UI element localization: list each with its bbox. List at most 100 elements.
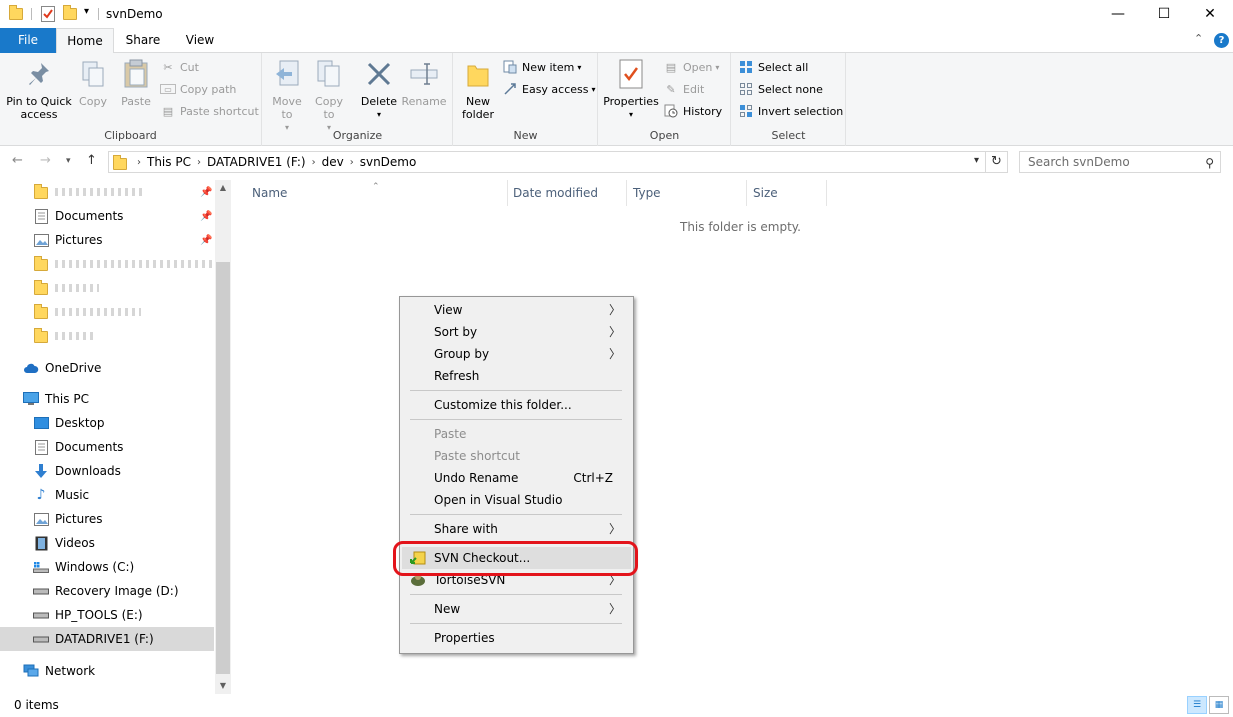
column-header-type[interactable]: Type bbox=[627, 180, 747, 206]
tab-home[interactable]: Home bbox=[56, 28, 114, 54]
minimize-button[interactable]: — bbox=[1095, 0, 1141, 28]
close-button[interactable]: ✕ bbox=[1187, 0, 1233, 28]
nav-network[interactable]: Network bbox=[0, 659, 214, 683]
scroll-up-arrow-icon[interactable]: ▲ bbox=[215, 180, 231, 196]
breadcrumb-dev[interactable]: dev bbox=[322, 155, 344, 169]
back-arrow-icon[interactable]: ← bbox=[12, 153, 23, 168]
paste-shortcut-button[interactable]: ▤ Paste shortcut bbox=[160, 101, 259, 121]
scroll-down-arrow-icon[interactable]: ▼ bbox=[215, 678, 231, 694]
tab-share[interactable]: Share bbox=[117, 28, 169, 53]
large-icons-view-icon[interactable]: ▦ bbox=[1209, 696, 1229, 714]
delete-button[interactable]: Delete ▾ bbox=[359, 57, 399, 121]
pin-to-quick-access-button[interactable]: Pin to Quick access bbox=[4, 57, 74, 121]
copy-button[interactable]: Copy bbox=[76, 57, 110, 108]
quick-access-item[interactable] bbox=[0, 324, 214, 348]
column-header-date[interactable]: Date modified bbox=[508, 180, 627, 206]
search-input[interactable]: Search svnDemo ⚲ bbox=[1019, 151, 1221, 173]
select-none-button[interactable]: Select none bbox=[738, 79, 823, 99]
nav-recovery-d[interactable]: Recovery Image (D:) bbox=[0, 579, 214, 603]
select-all-button[interactable]: Select all bbox=[738, 57, 808, 77]
paste-button[interactable]: Paste bbox=[118, 57, 154, 108]
nav-pictures[interactable]: Pictures bbox=[0, 507, 214, 531]
new-folder-button[interactable]: New folder bbox=[458, 57, 498, 121]
breadcrumb-this-pc[interactable]: This PC bbox=[147, 155, 191, 169]
nav-windows-c[interactable]: Windows (C:) bbox=[0, 555, 214, 579]
column-header-name[interactable]: Name ⌃ bbox=[232, 180, 508, 206]
menu-item-properties[interactable]: Properties bbox=[402, 627, 631, 649]
quick-access-item[interactable] bbox=[0, 276, 214, 300]
forward-arrow-icon[interactable]: → bbox=[40, 153, 51, 168]
refresh-icon[interactable]: ↻ bbox=[986, 151, 1008, 173]
annotation-highlight-ring bbox=[393, 541, 638, 576]
easy-access-button[interactable]: Easy access ▾ bbox=[502, 79, 596, 99]
nav-hp-tools-e[interactable]: HP_TOOLS (E:) bbox=[0, 603, 214, 627]
menu-separator bbox=[410, 390, 622, 391]
select-all-icon bbox=[738, 59, 754, 75]
details-view-icon[interactable]: ☰ bbox=[1187, 696, 1207, 714]
menu-item-group-by[interactable]: Group by 〉 bbox=[402, 343, 631, 365]
copy-to-button[interactable]: Copy to ▾ bbox=[311, 57, 347, 134]
menu-item-paste[interactable]: Paste bbox=[402, 423, 631, 445]
quick-access-pictures[interactable]: Pictures 📌 bbox=[0, 228, 214, 252]
nav-downloads[interactable]: Downloads bbox=[0, 459, 214, 483]
menu-label: Group by bbox=[434, 347, 490, 361]
scrollbar-thumb[interactable] bbox=[216, 262, 230, 674]
nav-music[interactable]: ♪ Music bbox=[0, 483, 214, 507]
quick-access-item[interactable] bbox=[0, 252, 214, 276]
customize-quick-access-chevron-icon[interactable]: ▾ bbox=[84, 6, 98, 22]
nav-this-pc[interactable]: This PC bbox=[0, 387, 214, 411]
open-button[interactable]: ▤ Open ▾ bbox=[663, 57, 720, 77]
menu-item-refresh[interactable]: Refresh bbox=[402, 365, 631, 387]
quick-access-item[interactable] bbox=[0, 300, 214, 324]
menu-item-open-visual-studio[interactable]: Open in Visual Studio bbox=[402, 489, 631, 511]
menu-item-new[interactable]: New 〉 bbox=[402, 598, 631, 620]
folder-icon bbox=[113, 154, 127, 170]
menu-label: Paste bbox=[434, 427, 467, 441]
properties-checkmark-icon bbox=[615, 57, 647, 91]
tab-file[interactable]: File bbox=[0, 28, 56, 53]
quick-access-documents[interactable]: Documents 📌 bbox=[0, 204, 214, 228]
column-header-size[interactable]: Size bbox=[747, 180, 827, 206]
quick-access-item[interactable]: 📌 bbox=[0, 180, 214, 204]
rename-icon bbox=[408, 57, 440, 91]
address-dropdown-chevron-icon[interactable]: ▾ bbox=[974, 155, 979, 166]
history-button[interactable]: History bbox=[663, 101, 722, 121]
redacted-label bbox=[55, 308, 141, 316]
new-item-button[interactable]: New item ▾ bbox=[502, 57, 581, 77]
menu-item-share-with[interactable]: Share with 〉 bbox=[402, 518, 631, 540]
invert-selection-button[interactable]: Invert selection bbox=[738, 101, 843, 121]
move-to-button[interactable]: Move to ▾ bbox=[269, 57, 305, 134]
nav-videos[interactable]: Videos bbox=[0, 531, 214, 555]
copy-path-button[interactable]: ▭ Copy path bbox=[160, 79, 236, 99]
menu-item-customize[interactable]: Customize this folder... bbox=[402, 394, 631, 416]
properties-button[interactable]: Properties ▾ bbox=[603, 57, 659, 121]
nav-onedrive[interactable]: OneDrive bbox=[0, 356, 214, 380]
new-folder-icon bbox=[462, 57, 494, 91]
breadcrumb-svndemo[interactable]: svnDemo bbox=[360, 155, 417, 169]
new-folder-quick-icon[interactable] bbox=[63, 5, 77, 22]
nav-documents[interactable]: Documents bbox=[0, 435, 214, 459]
menu-item-paste-shortcut[interactable]: Paste shortcut bbox=[402, 445, 631, 467]
edit-button[interactable]: ✎ Edit bbox=[663, 79, 704, 99]
menu-separator bbox=[410, 594, 622, 595]
help-icon[interactable]: ? bbox=[1214, 33, 1229, 48]
nav-datadrive-f[interactable]: DATADRIVE1 (F:) bbox=[0, 627, 214, 651]
menu-item-sort-by[interactable]: Sort by 〉 bbox=[402, 321, 631, 343]
breadcrumb-separator-icon: › bbox=[349, 156, 354, 168]
maximize-button[interactable]: ☐ bbox=[1141, 0, 1187, 28]
menu-item-view[interactable]: View 〉 bbox=[402, 299, 631, 321]
cut-button[interactable]: ✂ Cut bbox=[160, 57, 199, 77]
recent-locations-chevron-icon[interactable]: ▾ bbox=[66, 156, 71, 166]
breadcrumb-datadrive[interactable]: DATADRIVE1 (F:) bbox=[207, 155, 306, 169]
address-bar[interactable]: › This PC › DATADRIVE1 (F:) › dev › svnD… bbox=[108, 151, 986, 173]
up-arrow-icon[interactable]: ↑ bbox=[86, 153, 97, 168]
nav-desktop[interactable]: Desktop bbox=[0, 411, 214, 435]
file-list[interactable]: Name ⌃ Date modified Type Size This fold… bbox=[232, 180, 1233, 694]
properties-quick-icon[interactable] bbox=[41, 6, 55, 22]
menu-item-undo-rename[interactable]: Undo Rename Ctrl+Z bbox=[402, 467, 631, 489]
folder-icon bbox=[9, 5, 23, 22]
rename-button[interactable]: Rename bbox=[401, 57, 447, 108]
tab-view[interactable]: View bbox=[172, 28, 228, 53]
collapse-ribbon-chevron-icon[interactable]: ⌃ bbox=[1194, 32, 1203, 45]
nav-scrollbar[interactable]: ▲ ▼ bbox=[215, 180, 231, 694]
